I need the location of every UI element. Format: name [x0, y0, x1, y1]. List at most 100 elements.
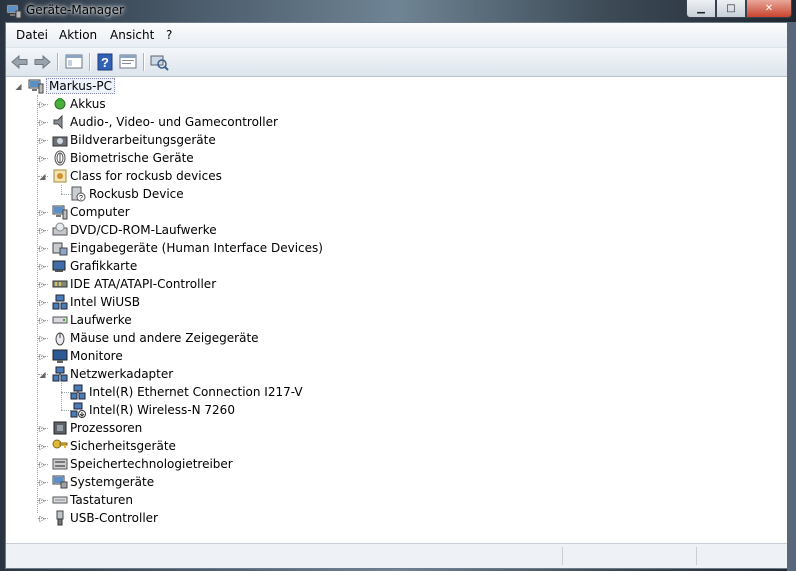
expand-arrow-icon[interactable]: ▷ — [38, 226, 47, 235]
processor-icon — [53, 421, 67, 435]
svg-text:?: ? — [101, 55, 109, 70]
tree-root[interactable]: ◢ Markus-PC — [6, 77, 788, 95]
menu-datei[interactable]: Datei — [16, 28, 48, 42]
menu-help[interactable]: ? — [166, 28, 172, 42]
expand-arrow-icon[interactable]: ▷ — [38, 316, 47, 325]
monitor-icon — [52, 349, 68, 363]
forward-arrow-icon[interactable] — [32, 52, 52, 72]
collapse-arrow-icon[interactable]: ◢ — [38, 370, 47, 379]
expand-arrow-icon[interactable]: ▷ — [38, 352, 47, 361]
tree-item-label: USB-Controller — [70, 511, 158, 525]
scan-hardware-icon[interactable] — [149, 52, 169, 72]
fingerprint-icon — [54, 150, 66, 166]
usb-icon — [56, 510, 64, 526]
tree-item-label: Akkus — [70, 97, 106, 111]
tree-item-label: IDE ATA/ATAPI-Controller — [70, 277, 217, 291]
ide-controller-icon — [52, 280, 68, 288]
tree-item-label: Netzwerkadapter — [70, 367, 174, 381]
close-icon: ✕ — [764, 3, 774, 14]
maximize-button[interactable]: □ — [716, 0, 746, 18]
tree-item-label: Sicherheitsgeräte — [70, 439, 176, 453]
menu-bar: Datei Aktion Ansicht ? — [6, 23, 788, 48]
tree-item-label: Systemgeräte — [70, 475, 155, 489]
expand-arrow-icon[interactable]: ▷ — [38, 154, 47, 163]
dvd-drive-icon — [52, 222, 68, 236]
tree-item[interactable] — [6, 95, 788, 113]
toolbar-separator — [57, 53, 59, 71]
menu-aktion[interactable]: Aktion — [59, 28, 97, 42]
tree-item-label: Grafikkarte — [70, 259, 138, 273]
tree-item-label: Audio-, Video- und Gamecontroller — [70, 115, 278, 129]
toolbar: ? — [6, 48, 788, 77]
expand-arrow-icon[interactable]: ▷ — [38, 262, 47, 271]
camera-icon — [52, 136, 68, 147]
tree-child-label: Rockusb Device — [89, 187, 184, 201]
expand-arrow-icon[interactable]: ▷ — [38, 334, 47, 343]
minimize-icon: ▁ — [697, 3, 705, 14]
svg-text:?: ? — [79, 195, 83, 202]
expand-arrow-icon[interactable]: ▷ — [38, 514, 47, 523]
system-devices-icon — [52, 475, 68, 489]
expand-arrow-icon[interactable]: ▷ — [38, 244, 47, 253]
device-class-icon — [53, 169, 67, 183]
tree-child-label: Intel(R) Wireless-N 7260 — [89, 403, 235, 417]
toolbar-separator — [143, 53, 145, 71]
expand-arrow-icon[interactable]: ▷ — [38, 298, 47, 307]
expand-arrow-icon[interactable]: ▷ — [38, 280, 47, 289]
tree-item-label: Eingabegeräte (Human Interface Devices) — [70, 241, 323, 255]
window-title: Geräte-Manager — [26, 3, 124, 17]
menu-ansicht[interactable]: Ansicht — [110, 28, 154, 42]
speaker-icon — [53, 114, 63, 130]
expand-arrow-icon[interactable]: ▷ — [38, 496, 47, 505]
tree-item-label: Monitore — [70, 349, 123, 363]
toolbar-separator — [89, 53, 91, 71]
tree-item-label: Computer — [70, 205, 130, 219]
device-manager-window: Geräte-Manager ▁ □ ✕ Datei Aktion Ansich… — [0, 0, 796, 571]
expand-arrow-icon[interactable]: ▷ — [38, 424, 47, 433]
help-icon[interactable]: ? — [95, 52, 115, 72]
tree-item-label: Laufwerke — [70, 313, 132, 327]
back-arrow-icon[interactable] — [10, 52, 30, 72]
tree-item[interactable] — [6, 347, 788, 365]
network-icon — [52, 294, 68, 310]
network-adapter-icon — [70, 384, 86, 400]
tree-item-label: Bildverarbeitungsgeräte — [70, 133, 216, 147]
close-button[interactable]: ✕ — [746, 0, 792, 18]
expand-arrow-icon[interactable]: ▷ — [38, 100, 47, 109]
show-hide-console-tree-icon[interactable] — [64, 52, 84, 72]
keyboard-icon — [52, 496, 68, 504]
hid-icon — [52, 242, 68, 256]
status-pane — [562, 547, 693, 565]
tree-item-label: DVD/CD-ROM-Laufwerke — [70, 223, 217, 237]
expand-arrow-icon[interactable]: ▷ — [38, 136, 47, 145]
root-label: Markus-PC — [46, 78, 116, 94]
title-bar[interactable]: Geräte-Manager ▁ □ ✕ — [0, 0, 796, 22]
expand-arrow-icon[interactable]: ▷ — [38, 442, 47, 451]
expand-arrow-icon[interactable]: ▷ — [38, 118, 47, 127]
battery-icon — [54, 98, 66, 110]
expand-arrow-icon[interactable]: ▷ — [38, 208, 47, 217]
properties-icon[interactable] — [118, 52, 138, 72]
tree-item-label: Mäuse und andere Zeigegeräte — [70, 331, 259, 345]
tree-child-label: Intel(R) Ethernet Connection I217-V — [89, 385, 303, 399]
device-manager-icon — [6, 4, 22, 19]
client-area: Datei Aktion Ansicht ? ? ◢ Markus-PC ▷ A… — [5, 22, 789, 569]
collapse-arrow-icon[interactable]: ◢ — [38, 172, 47, 181]
storage-icon — [52, 458, 68, 470]
expand-arrow-icon[interactable]: ▷ — [38, 478, 47, 487]
unknown-device-icon: ? — [71, 186, 86, 202]
network-adapter-icon — [52, 366, 68, 382]
tree-item-label: Class for rockusb devices — [70, 169, 222, 183]
tree-item-label: Tastaturen — [70, 493, 133, 507]
window-border — [787, 22, 796, 571]
status-pane — [696, 547, 787, 565]
tree-item-label: Prozessoren — [70, 421, 143, 435]
key-icon — [52, 439, 68, 449]
display-adapter-icon — [52, 260, 66, 272]
tree-item-label: Biometrische Geräte — [70, 151, 194, 165]
computer-icon — [52, 205, 68, 220]
collapse-arrow-icon[interactable]: ◢ — [14, 82, 23, 91]
minimize-button[interactable]: ▁ — [686, 0, 716, 18]
status-bar — [6, 543, 788, 568]
expand-arrow-icon[interactable]: ▷ — [38, 460, 47, 469]
